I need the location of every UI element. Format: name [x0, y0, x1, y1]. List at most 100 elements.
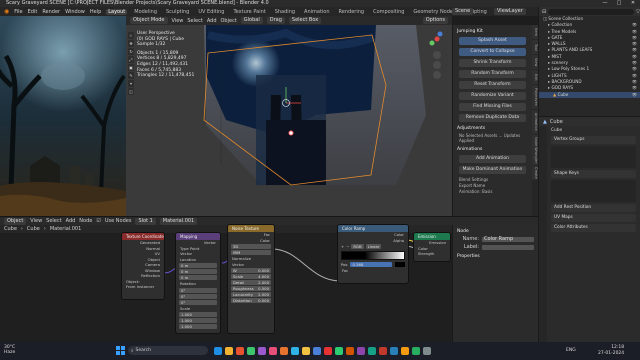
- node-properties-panel[interactable]: Properties: [457, 254, 534, 259]
- node-menu-add[interactable]: Add: [66, 218, 76, 224]
- taskbar-app-icon[interactable]: [302, 347, 310, 355]
- menu-render[interactable]: Render: [42, 9, 60, 15]
- cursor-tool-icon[interactable]: ⌖: [128, 80, 134, 87]
- taskbar-app-icon[interactable]: [401, 347, 409, 355]
- weather-widget[interactable]: 30°C Haze: [4, 345, 15, 355]
- taskbar-app-icon[interactable]: [346, 347, 354, 355]
- menu-edit[interactable]: Edit: [28, 9, 38, 15]
- 3d-viewport[interactable]: ⊹ ✥ ↻ ⤢ ▣ ✎ ⌖ ◫ User Perspective (0) GOD…: [126, 25, 452, 216]
- color-ramp-node[interactable]: Color Ramp Color Alpha + − RGB Linear Po…: [338, 225, 408, 283]
- node-menu-select[interactable]: Select: [46, 218, 61, 224]
- color-attributes-panel[interactable]: Color Attributes: [551, 224, 636, 232]
- remove-duplicate-data-button[interactable]: Remove Duplicate Data: [459, 114, 526, 122]
- breadcrumb-material[interactable]: Material.001: [50, 226, 81, 232]
- type-value[interactable]: Point: [190, 246, 199, 251]
- color-ramp-gradient[interactable]: [341, 251, 405, 260]
- node-menu-view[interactable]: View: [30, 218, 42, 224]
- socket-vector-in[interactable]: Vector: [228, 262, 274, 268]
- drag-selector[interactable]: Drag: [266, 17, 285, 24]
- tab-layout[interactable]: Layout: [106, 8, 128, 15]
- funnel-icon[interactable]: ▽: [636, 9, 640, 15]
- menu-file[interactable]: File: [14, 9, 22, 15]
- node-label-field[interactable]: [482, 244, 534, 250]
- scale-x-field[interactable]: 1.000: [179, 312, 217, 317]
- use-nodes-checkbox[interactable]: ☑: [96, 218, 100, 224]
- tab-compositing[interactable]: Compositing: [371, 9, 406, 15]
- location-y-field[interactable]: 0 m: [179, 269, 217, 274]
- dimensions-dropdown[interactable]: 3D: [231, 244, 271, 249]
- transform-tool-icon[interactable]: ▣: [128, 64, 134, 71]
- close-button[interactable]: ✕: [626, 0, 640, 7]
- pos-field[interactable]: 0.368: [350, 262, 392, 267]
- view-layer-selector[interactable]: ViewLayer: [494, 8, 526, 15]
- outliner-search-input[interactable]: [548, 8, 635, 15]
- transform-orientation[interactable]: Global: [240, 17, 263, 24]
- tab-geometry-nodes[interactable]: Geometry Nodes: [411, 9, 457, 15]
- windows-start-icon[interactable]: [116, 346, 125, 355]
- menu-help[interactable]: Help: [90, 9, 101, 15]
- noise-type-dropdown[interactable]: fBM: [231, 250, 271, 255]
- taskbar-app-icon[interactable]: [247, 347, 255, 355]
- location-x-field[interactable]: 0 m: [179, 263, 217, 268]
- vertex-groups-list[interactable]: [551, 146, 636, 168]
- socket-strength-in[interactable]: Strength: [414, 251, 450, 257]
- maximize-button[interactable]: □: [612, 0, 626, 7]
- taskbar-app-icon[interactable]: [258, 347, 266, 355]
- vertex-groups-panel[interactable]: Vertex Groups: [551, 136, 636, 144]
- editor-type-selector[interactable]: Object: [4, 217, 27, 225]
- reset-transform-button[interactable]: Reset Transform: [459, 81, 526, 89]
- language-indicator[interactable]: ENG: [566, 348, 576, 353]
- socket-color[interactable]: Color: [228, 238, 274, 244]
- convert-to-collapse-button[interactable]: Convert to Collapse: [459, 48, 526, 56]
- clock[interactable]: 12:18 27-01-2024: [598, 345, 624, 356]
- shape-keys-panel[interactable]: Shape Keys: [551, 170, 636, 178]
- viewport-menu-view[interactable]: View: [172, 18, 184, 24]
- socket-fac-in[interactable]: Fac: [338, 268, 408, 274]
- viewport-menu-add[interactable]: Add: [207, 18, 217, 24]
- emission-node[interactable]: Emission Emission Color Strength: [414, 233, 450, 261]
- taskbar-app-icon[interactable]: [390, 347, 398, 355]
- tab-rendering[interactable]: Rendering: [337, 9, 367, 15]
- taskbar-app-icon[interactable]: [313, 347, 321, 355]
- noise-texture-node[interactable]: Noise Texture Fac Color 3D fBM Normalize…: [228, 225, 274, 333]
- splash-asset-button[interactable]: Splash Asset: [459, 37, 526, 45]
- taskbar-app-icon[interactable]: [269, 347, 277, 355]
- taskbar-app-icon[interactable]: [291, 347, 299, 355]
- shrink-transform-button[interactable]: Shrink Transform: [459, 59, 526, 67]
- add-stop-icon[interactable]: +: [341, 244, 344, 249]
- node-name-field[interactable]: Color Ramp: [482, 236, 534, 242]
- tab-sculpting[interactable]: Sculpting: [164, 9, 191, 15]
- scale-y-field[interactable]: 1.000: [179, 318, 217, 323]
- rotation-z-field[interactable]: 0°: [179, 299, 217, 305]
- scale-tool-icon[interactable]: ⤢: [128, 56, 134, 63]
- node-title[interactable]: Noise Texture: [228, 225, 274, 232]
- select-tool-icon[interactable]: ⊹: [128, 32, 134, 39]
- menu-window[interactable]: Window: [65, 9, 85, 15]
- taskbar-app-icon[interactable]: [280, 347, 288, 355]
- noise-detail-field[interactable]: Detail 2.000: [231, 280, 271, 285]
- measure-tool-icon[interactable]: ◫: [128, 88, 134, 95]
- navigation-gizmo[interactable]: [426, 29, 448, 89]
- random-transform-button[interactable]: Random Transform: [459, 70, 526, 78]
- tab-texture-paint[interactable]: Texture Paint: [231, 9, 267, 15]
- remove-stop-icon[interactable]: −: [346, 244, 349, 249]
- adjustments-panel[interactable]: Adjustments: [457, 126, 528, 131]
- taskbar-app-icon[interactable]: [357, 347, 365, 355]
- find-missing-files-button[interactable]: Find Missing Files: [459, 103, 526, 111]
- noise-w-field[interactable]: W 0.000: [231, 268, 271, 273]
- node-menu-node[interactable]: Node: [79, 218, 92, 224]
- node-title[interactable]: Emission: [414, 233, 450, 240]
- shape-keys-list[interactable]: [551, 180, 636, 202]
- material-selector[interactable]: Material.001: [159, 217, 198, 225]
- animations-panel[interactable]: Animations: [457, 147, 528, 152]
- rotate-tool-icon[interactable]: ↻: [128, 48, 134, 55]
- randomize-variant-button[interactable]: Randomize Variant: [459, 92, 526, 100]
- breadcrumb-object[interactable]: Cube: [4, 226, 17, 232]
- mode-selector[interactable]: Object Mode: [130, 17, 168, 24]
- scale-z-field[interactable]: 1.000: [179, 324, 217, 329]
- blender-logo-icon[interactable]: ◉: [4, 8, 9, 15]
- location-z-field[interactable]: 0 m: [179, 275, 217, 280]
- stop-color-swatch[interactable]: [395, 262, 405, 267]
- tab-shading[interactable]: Shading: [273, 9, 297, 15]
- taskbar-app-icon[interactable]: [368, 347, 376, 355]
